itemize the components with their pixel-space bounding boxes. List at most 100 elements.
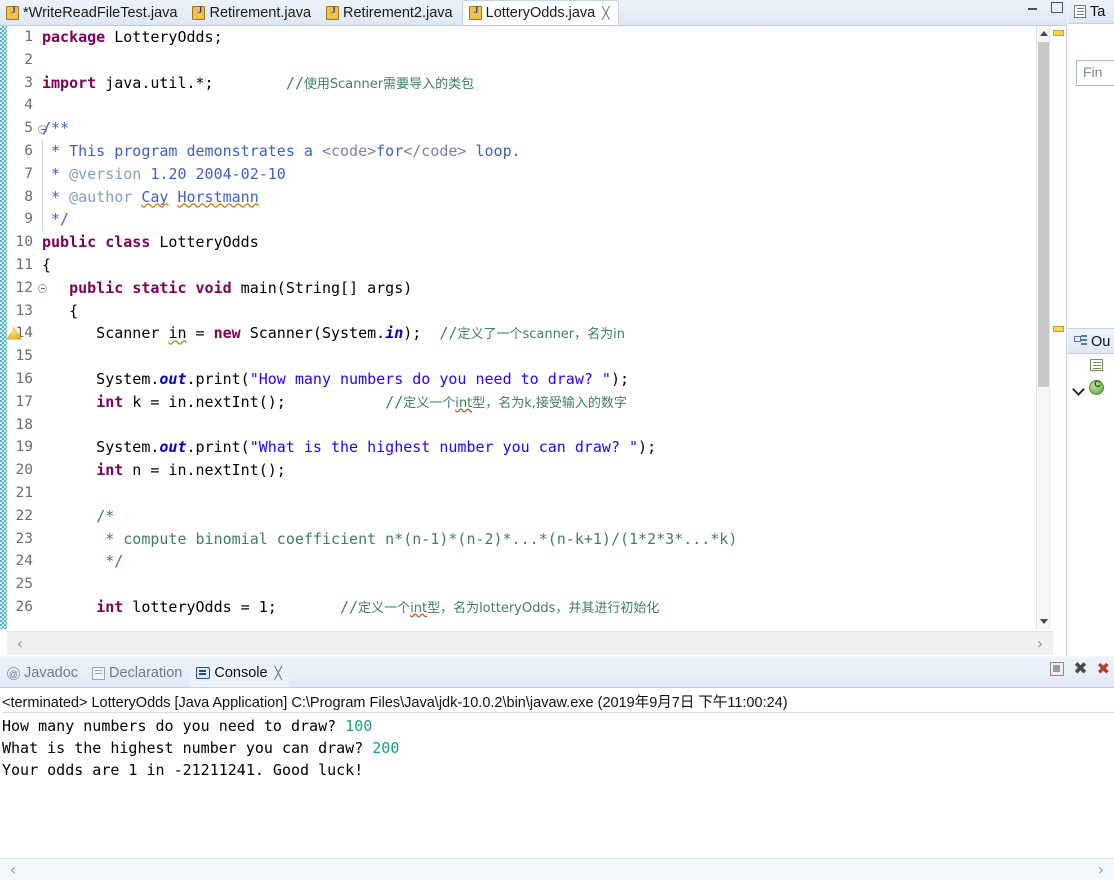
editor-margin-strip (0, 26, 7, 629)
declaration-icon (92, 666, 106, 680)
console-scroll-left-arrow[interactable]: ‹ (4, 861, 22, 879)
line-number: 26 (15, 598, 33, 615)
java-file-icon (468, 5, 483, 20)
java-file-icon (326, 5, 340, 20)
code-line[interactable] (37, 573, 1036, 596)
code-line[interactable]: { (37, 254, 1036, 277)
line-number: 19 (15, 439, 33, 456)
code-line[interactable] (37, 482, 1036, 505)
view-tab-console[interactable]: Console ╳ (189, 659, 289, 687)
remove-launch-button[interactable]: ✖ (1073, 661, 1087, 678)
code-line[interactable] (37, 94, 1036, 117)
code-editor[interactable]: 1 2 3 4 5 6 7 8 9 10 11 12 13 14 15 16 17 18 19 20 21 22 23 24 2… (0, 26, 1067, 656)
code-line[interactable]: int lotteryOdds = 1; //定义一个int型，名为lotter… (37, 596, 1036, 619)
remove-all-terminated-button[interactable]: ✖ (1097, 661, 1110, 677)
editor-tab-4[interactable]: LotteryOdds.java ╳ (461, 0, 620, 25)
console-input-value: 200 (372, 739, 400, 757)
task-list-panel-header[interactable]: Ta (1068, 0, 1114, 24)
line-number: 22 (15, 507, 33, 524)
outline-row-class[interactable] (1068, 376, 1114, 398)
code-line[interactable] (37, 49, 1036, 72)
line-number: 25 (15, 576, 33, 593)
code-line[interactable]: package LotteryOdds; (37, 26, 1036, 49)
line-number: 1 (24, 29, 33, 45)
code-line[interactable]: */ (37, 550, 1036, 573)
code-line[interactable]: { (37, 300, 1036, 323)
line-number: 20 (15, 462, 33, 479)
outline-row-package[interactable] (1068, 354, 1114, 376)
editor-tab-3[interactable]: Retirement2.java (320, 0, 462, 25)
minimize-icon[interactable] (1027, 0, 1039, 13)
view-tab-declaration[interactable]: Declaration (85, 659, 189, 687)
code-text-area[interactable]: package LotteryOdds; import java.util.*;… (37, 26, 1036, 629)
console-horizontal-scrollbar[interactable]: ‹ › (0, 858, 1114, 880)
line-number: 17 (15, 393, 33, 410)
overview-warning-marker[interactable] (1053, 326, 1064, 332)
code-line[interactable]: int k = in.nextInt(); //定义一个int型，名为k,接受输… (37, 391, 1036, 414)
java-file-icon (6, 5, 20, 20)
console-prompt-text: What is the highest number you can draw? (2, 739, 373, 757)
code-line[interactable]: * @version 1.20 2004-02-10 (37, 163, 1036, 186)
task-list-title: Ta (1090, 3, 1106, 20)
console-line: Your odds are 1 in -21211241. Good luck! (2, 759, 1114, 781)
console-input-value: 100 (345, 717, 373, 735)
editor-tab-1[interactable]: *WriteReadFileTest.java (0, 0, 186, 25)
console-scroll-right-arrow[interactable]: › (1092, 861, 1110, 879)
maximize-icon[interactable] (1050, 0, 1063, 13)
code-line[interactable]: System.out.print("What is the highest nu… (37, 436, 1036, 459)
line-number: 5 (24, 120, 33, 137)
code-line[interactable]: System.out.print("How many numbers do yo… (37, 368, 1036, 391)
line-number: 12 (15, 279, 33, 296)
scroll-right-arrow[interactable]: › (1031, 635, 1049, 653)
chevron-down-icon[interactable] (1072, 381, 1085, 394)
code-line[interactable]: * This program demonstrates a <code>for<… (37, 140, 1036, 163)
console-prompt-text: Your odds are 1 in -21211241. Good luck! (2, 761, 364, 779)
editor-horizontal-scrollbar[interactable]: ‹ › (7, 631, 1053, 655)
editor-tab-2[interactable]: Retirement.java (186, 0, 320, 25)
terminate-button[interactable] (1050, 662, 1065, 676)
console-toolbar: ✖ ✖ (1050, 661, 1110, 678)
line-number: 21 (15, 484, 33, 501)
console-terminated-line: <terminated> LotteryOdds [Java Applicati… (2, 691, 1114, 713)
line-number: 4 (24, 97, 33, 114)
console-tab-bar: @ Javadoc Declaration Console ╳ (0, 658, 1114, 688)
code-line[interactable]: */ (37, 208, 1036, 231)
close-icon[interactable]: ╳ (602, 6, 609, 20)
code-line[interactable] (37, 414, 1036, 437)
editor-tab-list: *WriteReadFileTest.java Retirement.java Re… (0, 0, 620, 25)
vertical-scroll-thumb[interactable] (1038, 42, 1049, 387)
code-line[interactable]: * @author Cay Horstmann (37, 186, 1036, 209)
view-tab-label: Console (214, 665, 268, 681)
outline-panel-header[interactable]: Ou (1068, 330, 1114, 354)
find-input[interactable]: Fin (1076, 60, 1114, 86)
overview-ruler[interactable] (1049, 26, 1066, 629)
outline-title: Ou (1091, 333, 1111, 350)
editor-vertical-scrollbar[interactable] (1036, 26, 1049, 629)
code-line[interactable]: public static void main(String[] args) (37, 277, 1036, 300)
close-icon[interactable]: ╳ (275, 666, 282, 680)
console-output[interactable]: How many numbers do you need to draw? 10… (0, 715, 1114, 855)
line-number: 16 (15, 370, 33, 387)
line-number-gutter: 1 2 3 4 5 6 7 8 9 10 11 12 13 14 15 16 17 18 19 20 21 22 23 24 2… (7, 26, 37, 629)
line-number: 9 (24, 211, 33, 228)
line-number: 11 (15, 256, 33, 273)
editor-tab-label: Retirement.java (209, 4, 312, 21)
eclipse-window: *WriteReadFileTest.java Retirement.java Re… (0, 0, 1114, 880)
code-line[interactable]: Scanner in = new Scanner(System.in); //定… (37, 322, 1036, 345)
outline-tree[interactable] (1068, 354, 1114, 656)
line-number: 6 (24, 142, 33, 159)
outline-icon (1074, 335, 1087, 348)
code-line[interactable]: /* (37, 505, 1036, 528)
line-number: 24 (15, 553, 33, 570)
console-icon (196, 667, 211, 679)
code-line[interactable]: * compute binomial coefficient n*(n-1)*(… (37, 528, 1036, 551)
code-line[interactable] (37, 345, 1036, 368)
scroll-left-arrow[interactable]: ‹ (11, 635, 29, 653)
line-number: 3 (24, 74, 33, 91)
overview-warning-marker[interactable] (1053, 30, 1064, 36)
code-line[interactable]: int n = in.nextInt(); (37, 459, 1036, 482)
code-line[interactable]: /** (37, 117, 1036, 140)
code-line[interactable]: import java.util.*; //使用Scanner需要导入的类包 (37, 72, 1036, 95)
view-tab-javadoc[interactable]: @ Javadoc (0, 659, 85, 687)
code-line[interactable]: public class LotteryOdds (37, 231, 1036, 254)
